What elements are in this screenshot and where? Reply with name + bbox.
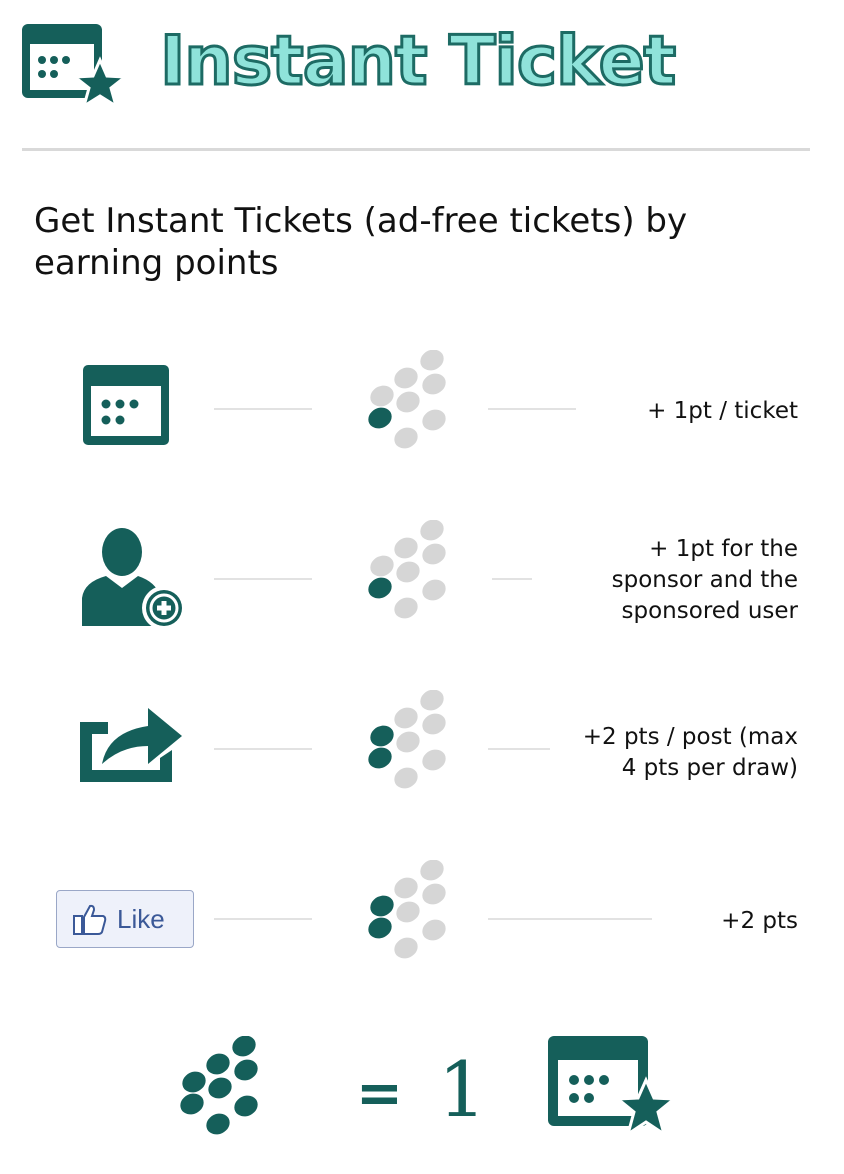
connector-line bbox=[214, 408, 312, 410]
point-dot-empty bbox=[394, 597, 418, 619]
description-line: +2 pts bbox=[721, 908, 798, 934]
like-label: Like bbox=[117, 903, 165, 934]
points-row-like: Like +2 pts bbox=[0, 860, 844, 980]
point-dot-empty bbox=[396, 731, 420, 753]
connector-line bbox=[214, 578, 312, 580]
point-dot-empty bbox=[422, 543, 446, 565]
point-dot-filled bbox=[368, 917, 392, 939]
point-dot-empty bbox=[396, 391, 420, 413]
connector-line bbox=[488, 408, 576, 410]
point-dot-empty bbox=[420, 690, 444, 711]
point-dot-empty bbox=[420, 350, 444, 371]
points-dots bbox=[368, 520, 446, 619]
point-dot-filled bbox=[208, 1077, 232, 1099]
description-line: sponsored user bbox=[621, 598, 798, 624]
point-dot-empty bbox=[370, 385, 394, 407]
ticket-count: 1 bbox=[438, 1045, 487, 1134]
point-dot-empty bbox=[394, 367, 418, 389]
connector-line bbox=[488, 748, 550, 750]
points-dots bbox=[368, 860, 446, 959]
thumbs-up-icon bbox=[73, 904, 107, 935]
point-dot-empty bbox=[394, 767, 418, 789]
add-user-icon bbox=[82, 528, 186, 630]
connector-line bbox=[488, 918, 652, 920]
point-dot-empty bbox=[420, 520, 444, 541]
point-dot-filled bbox=[368, 577, 392, 599]
calendar-star-icon bbox=[548, 1036, 678, 1138]
points-row-ticket: + 1pt / ticket bbox=[0, 350, 844, 470]
connector-line bbox=[214, 918, 312, 920]
points-dots-full bbox=[180, 1036, 258, 1135]
description-line: + 1pt / ticket bbox=[647, 398, 798, 424]
point-dot-empty bbox=[394, 537, 418, 559]
point-dot-filled bbox=[206, 1053, 230, 1075]
share-icon bbox=[80, 708, 182, 782]
point-dot-empty bbox=[370, 555, 394, 577]
description-line: + 1pt for the bbox=[649, 536, 798, 562]
point-dot-filled bbox=[368, 407, 392, 429]
calendar-star-icon bbox=[22, 24, 128, 108]
point-dot-empty bbox=[394, 937, 418, 959]
description-line: 4 pts per draw) bbox=[621, 755, 798, 781]
points-dots bbox=[368, 690, 446, 789]
points-row-share: +2 pts / post (max 4 pts per draw) bbox=[0, 690, 844, 810]
point-dot-empty bbox=[396, 901, 420, 923]
description-line: +2 pts / post (max bbox=[582, 724, 798, 750]
points-dots bbox=[368, 350, 446, 449]
point-dot-empty bbox=[394, 427, 418, 449]
point-dot-empty bbox=[422, 749, 446, 771]
point-dot-empty bbox=[394, 707, 418, 729]
point-dot-filled bbox=[370, 725, 394, 747]
point-dot-filled bbox=[370, 895, 394, 917]
point-dot-filled bbox=[180, 1093, 204, 1115]
points-description: +2 pts / post (max 4 pts per draw) bbox=[583, 722, 798, 784]
point-dot-filled bbox=[234, 1059, 258, 1081]
app-title: Instant Ticket bbox=[158, 21, 677, 103]
points-row-sponsor: + 1pt for the sponsor and the sponsored … bbox=[0, 520, 844, 640]
connector-line bbox=[214, 748, 312, 750]
point-dot-filled bbox=[206, 1113, 230, 1135]
point-dot-empty bbox=[422, 919, 446, 941]
divider bbox=[22, 148, 810, 151]
facebook-like-button[interactable]: Like bbox=[56, 890, 194, 948]
points-description: + 1pt for the sponsor and the sponsored … bbox=[612, 534, 798, 627]
description-line: sponsor and the bbox=[611, 567, 798, 593]
point-dot-empty bbox=[422, 713, 446, 735]
point-dot-filled bbox=[368, 747, 392, 769]
points-description: +2 pts bbox=[721, 906, 798, 937]
point-dot-empty bbox=[396, 561, 420, 583]
equals-sign: = bbox=[356, 1061, 403, 1126]
calendar-icon bbox=[83, 365, 169, 445]
point-dot-filled bbox=[182, 1071, 206, 1093]
point-dot-empty bbox=[422, 373, 446, 395]
point-dot-filled bbox=[234, 1095, 258, 1117]
point-dot-empty bbox=[422, 409, 446, 431]
point-dot-empty bbox=[394, 877, 418, 899]
points-description: + 1pt / ticket bbox=[647, 396, 798, 427]
point-dot-empty bbox=[422, 883, 446, 905]
point-dot-filled bbox=[232, 1036, 256, 1057]
headline: Get Instant Tickets (ad-free tickets) by… bbox=[34, 201, 688, 283]
connector-line bbox=[492, 578, 532, 580]
point-dot-empty bbox=[420, 860, 444, 881]
point-dot-empty bbox=[422, 579, 446, 601]
